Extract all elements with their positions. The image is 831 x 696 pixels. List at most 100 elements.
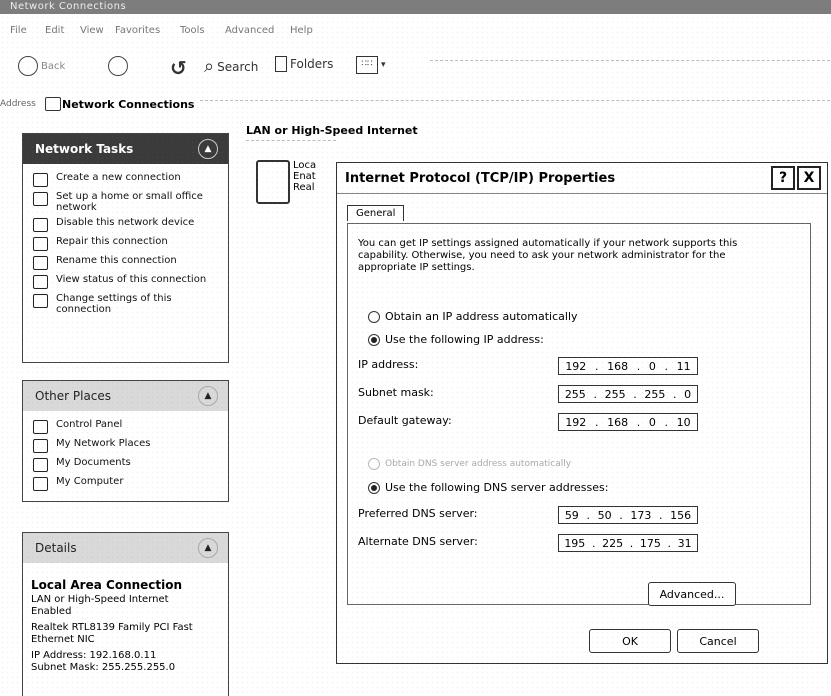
radio-use-static-ip[interactable]: Use the following IP address: [368,333,544,346]
radio-off-icon [368,310,380,323]
other-places-panel: Other Places ▲ Control Panel My Network … [22,380,229,502]
subnet-mask-field[interactable]: 255. 255. 255. 0 [558,385,698,403]
default-gateway-field[interactable]: 192. 168. 0. 10 [558,413,698,431]
divider [246,140,336,141]
network-connections-icon [45,97,61,111]
details-panel: Details ▲ Local Area Connection LAN or H… [22,532,229,696]
place-control-panel[interactable]: Control Panel [23,417,228,436]
close-button[interactable]: X [797,166,821,190]
network-tasks-header[interactable]: Network Tasks ▲ [23,134,228,164]
views-button[interactable]: ∷∷ ▾ [356,56,386,74]
general-tab-page: You can get IP settings assigned automat… [347,223,811,606]
task-disable-device[interactable]: Disable this network device [23,215,228,234]
place-my-documents[interactable]: My Documents [23,455,228,474]
task-repair-connection[interactable]: Repair this connection [23,234,228,253]
task-rename-connection[interactable]: Rename this connection [23,253,228,272]
up-folder-button[interactable]: ↺ [170,56,187,80]
search-button[interactable]: ⌕ Search [204,56,258,77]
address-input[interactable]: Network Connections [62,98,194,111]
menu-help[interactable]: Help [290,25,313,36]
back-arrow-icon [18,56,38,76]
network-tasks-panel: Network Tasks ▲ Create a new connection … [22,133,229,363]
control-panel-icon [33,420,48,434]
status-icon [33,275,48,289]
folders-button[interactable]: Folders [275,56,333,72]
divider [430,60,830,61]
window-titlebar: Network Connections [0,0,831,14]
address-label: Address [0,99,36,109]
forward-arrow-icon [108,56,128,76]
menu-file[interactable]: File [10,25,27,36]
radio-use-static-dns[interactable]: Use the following DNS server addresses: [368,481,608,494]
menu-favorites[interactable]: Favorites [115,25,160,36]
back-button[interactable]: Back [18,56,65,76]
divider [200,100,830,101]
search-icon: ⌕ [204,56,215,77]
radio-off-icon [368,458,380,470]
dialog-title: Internet Protocol (TCP/IP) Properties [345,170,616,186]
up-arrow-icon: ↺ [170,56,187,80]
task-home-network[interactable]: Set up a home or small office network [23,189,228,215]
details-header[interactable]: Details ▲ [23,533,228,563]
tab-general[interactable]: General [347,205,405,221]
forward-button[interactable] [108,56,128,76]
collapse-chevron-icon[interactable]: ▲ [198,139,218,159]
new-connection-icon [33,173,48,187]
collapse-chevron-icon[interactable]: ▲ [198,538,218,558]
address-bar: Address Network Connections [0,96,831,114]
network-places-icon [33,439,48,453]
preferred-dns-label: Preferred DNS server: [358,507,478,520]
menu-view[interactable]: View [80,25,104,36]
cancel-button[interactable]: Cancel [677,629,759,653]
subnet-mask-label: Subnet mask: [358,386,434,399]
radio-on-icon [368,333,380,346]
collapse-chevron-icon[interactable]: ▲ [198,386,218,406]
place-network-places[interactable]: My Network Places [23,436,228,455]
details-ip: IP Address: 192.168.0.11 [31,650,157,661]
connection-item[interactable]: Loca Enat Real [293,160,316,193]
default-gateway-label: Default gateway: [358,414,452,427]
ip-address-field[interactable]: 192. 168. 0. 11 [558,357,698,375]
rename-icon [33,256,48,270]
advanced-button[interactable]: Advanced... [648,582,736,606]
settings-icon [33,294,48,308]
task-view-status[interactable]: View status of this connection [23,272,228,291]
computer-icon [33,477,48,491]
details-mask: Subnet Mask: 255.255.255.0 [31,662,176,673]
help-button[interactable]: ? [771,166,795,190]
ip-address-label: IP address: [358,358,419,371]
chevron-down-icon: ▾ [381,60,386,70]
documents-icon [33,458,48,472]
details-status: Enabled [31,606,72,617]
dialog-titlebar: Internet Protocol (TCP/IP) Properties ? … [337,163,827,194]
window-title: Network Connections [10,1,127,12]
alternate-dns-label: Alternate DNS server: [358,535,478,548]
intro-text: You can get IP settings assigned automat… [358,238,738,273]
task-create-connection[interactable]: Create a new connection [23,170,228,189]
radio-obtain-ip-auto[interactable]: Obtain an IP address automatically [368,310,578,323]
menu-bar: File Edit View Favorites Tools Advanced … [0,22,831,40]
task-change-settings[interactable]: Change settings of this connection [23,291,228,317]
menu-advanced[interactable]: Advanced [225,25,274,36]
details-adapter: Realtek RTL8139 Family PCI Fast Ethernet… [31,622,193,645]
tcpip-properties-dialog: Internet Protocol (TCP/IP) Properties ? … [336,162,828,664]
toolbar: Back ↺ ⌕ Search Folders ∷∷ ▾ [0,48,831,80]
radio-obtain-dns-auto[interactable]: Obtain DNS server address automatically [368,458,571,470]
ok-button[interactable]: OK [589,629,671,653]
repair-icon [33,237,48,251]
preferred-dns-field[interactable]: 59. 50. 173. 156 [558,506,698,524]
home-network-icon [33,192,48,206]
disable-icon [33,218,48,232]
lan-connection-icon[interactable] [256,160,290,204]
menu-tools[interactable]: Tools [180,25,205,36]
group-header: LAN or High-Speed Internet [246,124,418,137]
menu-edit[interactable]: Edit [45,25,64,36]
place-my-computer[interactable]: My Computer [23,474,228,493]
details-connection-name: Local Area Connection [31,578,183,592]
views-icon: ∷∷ [356,56,378,74]
folders-icon [275,56,287,72]
radio-on-icon [368,481,380,494]
other-places-header[interactable]: Other Places ▲ [23,381,228,411]
details-type: LAN or High-Speed Internet [31,594,169,605]
alternate-dns-field[interactable]: 195. 225. 175. 31 [558,534,698,552]
